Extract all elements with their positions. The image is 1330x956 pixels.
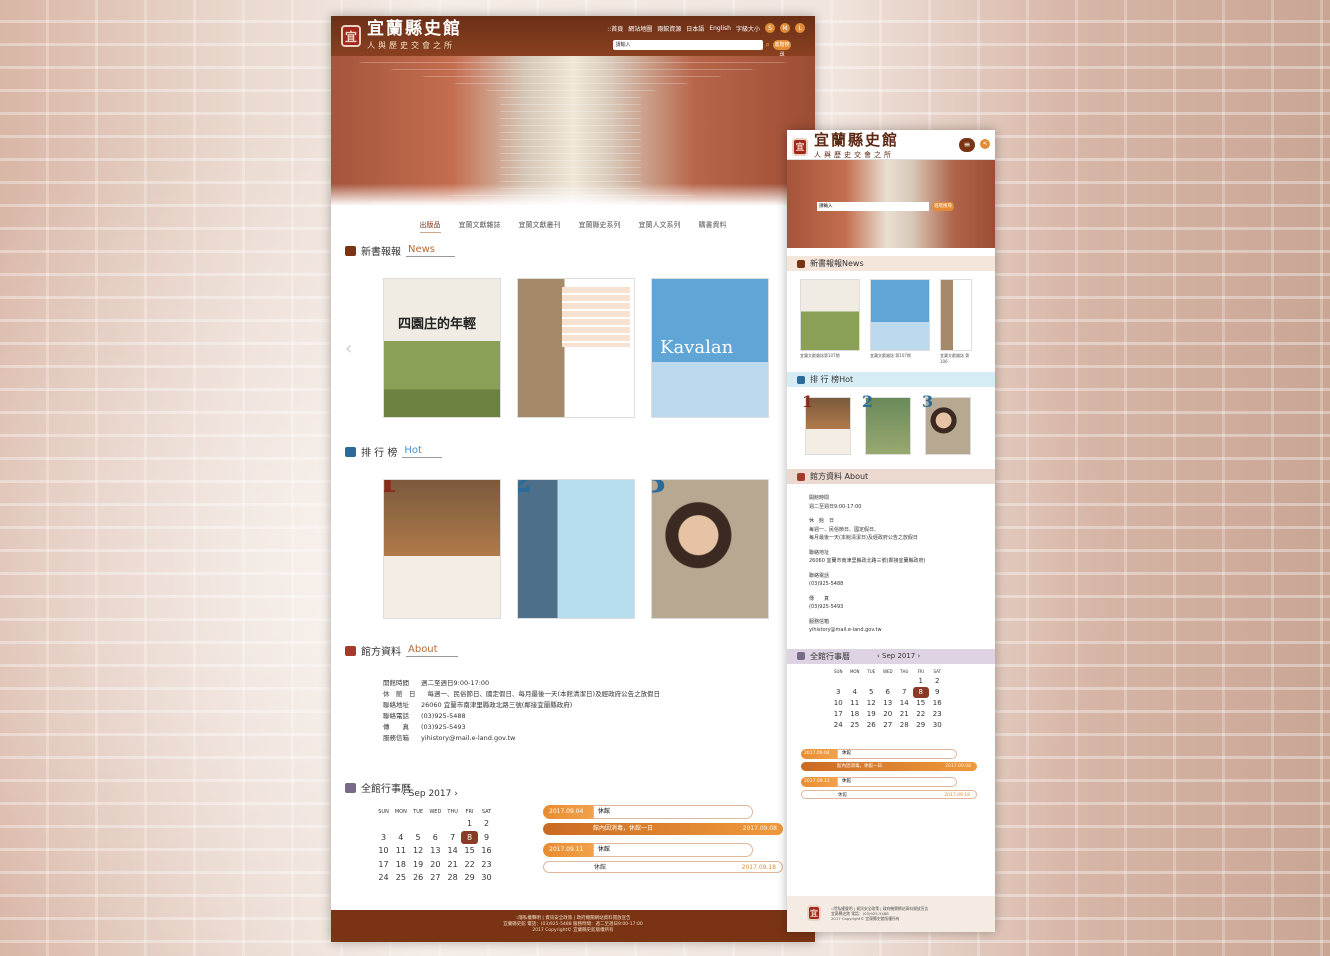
- nav-home[interactable]: ::首頁: [607, 24, 623, 33]
- font-medium-button[interactable]: M: [780, 23, 790, 33]
- nav-english[interactable]: English: [709, 25, 731, 32]
- tab-history[interactable]: 宜蘭縣史系列: [579, 220, 621, 233]
- calendar-icon: [797, 652, 805, 660]
- site-logo[interactable]: 宜 宜蘭縣史館 人與歷史交會之所: [792, 133, 899, 160]
- mobile-about-bar: 館方資料 About: [787, 469, 995, 484]
- mobile-mockup: 宜 宜蘭縣史館 人與歷史交會之所 ≡ < 請輸入 進階搜尋 新書報報News 宜…: [787, 130, 995, 932]
- tab-purchase[interactable]: 購書資料: [699, 220, 727, 233]
- event-item[interactable]: 2017.09.04 休館: [801, 748, 977, 759]
- event-bar[interactable]: 休館 2017.09.18: [801, 789, 977, 799]
- publication-tabs: 出版品 宜蘭文獻雜誌 宜蘭文獻叢刊 宜蘭縣史系列 宜蘭人文系列 購書資料: [331, 220, 815, 233]
- book-cover[interactable]: 3: [922, 392, 971, 455]
- book-cover[interactable]: 3: [651, 479, 769, 619]
- nav-sitemap[interactable]: 網站地圖: [628, 24, 652, 33]
- calendar: ‹ Sep 2017 › SUN MON TUE WED THU FRI SAT 12 34…: [345, 777, 495, 885]
- event-item[interactable]: 2017.09.11 休館: [543, 843, 783, 857]
- news-book-list: ‹ 四園庄的年輕 Kavalan: [345, 278, 815, 418]
- news-section-title: 新書報報 News: [345, 243, 815, 258]
- book-cover[interactable]: 1: [383, 479, 501, 619]
- desktop-footer: ::隱私權聲明 | 資訊安全政策 | 政府機關網站資料開放宣告 宜蘭縣史館 電話…: [331, 910, 815, 942]
- tab-series[interactable]: 宜蘭文獻叢刊: [519, 220, 561, 233]
- rank-number: 3: [652, 480, 666, 500]
- search-bar: 請輸入 ⌕ 進階搜尋: [612, 40, 791, 58]
- mobile-header: 宜 宜蘭縣史館 人與歷史交會之所 ≡ <: [787, 130, 995, 160]
- book-icon: [345, 446, 356, 457]
- tab-journal[interactable]: 宜蘭文獻雜誌: [459, 220, 501, 233]
- book-cover[interactable]: [800, 279, 860, 351]
- top-nav: ::首頁 網站地圖 兩館資源 日本語 English 字級大小 S M L: [607, 23, 805, 33]
- event-item[interactable]: 2017.09.11 休館: [801, 776, 977, 787]
- rank-number: 2: [518, 480, 532, 500]
- book-title: 四園庄的年輕: [398, 317, 477, 332]
- book-icon: [345, 245, 356, 256]
- about-section-title: 館方資料 About: [345, 643, 815, 658]
- advanced-search-button[interactable]: 進階搜尋: [932, 202, 954, 211]
- nav-resources[interactable]: 兩館資源: [657, 24, 681, 33]
- advanced-search-button[interactable]: 進階搜尋: [773, 40, 791, 58]
- book-cover[interactable]: [870, 279, 930, 351]
- book-cover[interactable]: Kavalan: [651, 278, 769, 418]
- search-input[interactable]: 請輸入: [817, 202, 929, 211]
- hot-book-list: 1 2 3: [383, 479, 815, 619]
- site-logo[interactable]: 宜 宜蘭縣史館 人與歷史交會之所: [341, 21, 462, 51]
- hero-banner: [331, 56, 815, 206]
- rank-number: 1: [384, 480, 398, 500]
- mobile-news-books: 宜蘭文獻雜誌第107期 宜蘭文獻雜誌 第107期 宜蘭文獻雜誌 第106: [800, 279, 995, 364]
- nav-font-size: 字級大小: [735, 25, 760, 33]
- book-cover[interactable]: [940, 279, 972, 351]
- book-cover[interactable]: 1: [802, 392, 851, 455]
- event-list: 2017.09.04 休館 館內因消毒，休館一日 2017.09.08 2017.0…: [543, 805, 783, 885]
- event-bar[interactable]: 館內因消毒，休館一日 2017.09.08: [801, 761, 977, 771]
- calendar-month: ‹ Sep 2017 ›: [402, 789, 458, 799]
- mobile-hot-bar: 排 行 榜Hot: [787, 372, 995, 387]
- nav-japanese[interactable]: 日本語: [686, 24, 704, 33]
- font-large-button[interactable]: L: [795, 23, 805, 33]
- share-icon[interactable]: <: [980, 139, 990, 149]
- search-icon[interactable]: ⌕: [766, 40, 770, 50]
- event-bar[interactable]: 館內因消毒，休館一日 2017.09.08: [543, 823, 783, 835]
- tab-humanities[interactable]: 宜蘭人文系列: [639, 220, 681, 233]
- logo-title: 宜蘭縣史館: [367, 19, 462, 39]
- book-cover[interactable]: 2: [862, 392, 911, 455]
- desktop-mockup: 宜 宜蘭縣史館 人與歷史交會之所 ::首頁 網站地圖 兩館資源 日本語 Engl…: [331, 16, 815, 942]
- mobile-about-info: 開館時間 週二至週日9:00-17:00 休 館 日 每週一、民俗節日、國定假日…: [809, 495, 926, 633]
- book-cover[interactable]: [517, 278, 635, 418]
- mobile-hero-banner: 請輸入 進階搜尋: [787, 160, 995, 248]
- mobile-hot-books: 1 2 3: [802, 392, 995, 455]
- desktop-header: 宜 宜蘭縣史館 人與歷史交會之所 ::首頁 網站地圖 兩館資源 日本語 Engl…: [331, 16, 815, 58]
- book-cover[interactable]: 2: [517, 479, 635, 619]
- home-icon: [797, 472, 805, 481]
- logo-seal: 宜: [341, 25, 361, 47]
- search-input[interactable]: 請輸入: [612, 40, 763, 50]
- hot-section-title: 排 行 榜 Hot: [345, 444, 815, 459]
- calendar-area: ‹ Sep 2017 › SUN MON TUE WED THU FRI SAT 12 34…: [345, 777, 815, 885]
- book-icon: [797, 375, 805, 384]
- mobile-event-list: 2017.09.04 休館 館內因消毒，休館一日 2017.09.08 2017.0…: [801, 748, 977, 799]
- event-item[interactable]: 2017.09.04 休館: [543, 805, 783, 819]
- book-title: Kavalan: [660, 337, 734, 358]
- font-small-button[interactable]: S: [765, 23, 775, 33]
- logo-subtitle: 人與歷史交會之所: [367, 41, 455, 50]
- event-bar[interactable]: 休館 2017.09.18: [543, 861, 783, 873]
- hamburger-menu-icon[interactable]: ≡: [959, 138, 975, 152]
- mobile-search-bar: 請輸入 進階搜尋: [817, 202, 954, 211]
- prev-arrow-icon[interactable]: ‹: [345, 338, 352, 359]
- about-info: 開館時間 週二至週日9:00-17:00 休 館 日每週一、民俗節日、國定假日、每…: [383, 679, 661, 742]
- book-cover[interactable]: 四園庄的年輕: [383, 278, 501, 418]
- mobile-calendar: SUN MON TUE WED THU FRI SAT 12 3456789 10 11 12 1…: [787, 668, 995, 731]
- book-icon: [797, 259, 805, 268]
- tab-publications[interactable]: 出版品: [419, 220, 441, 233]
- home-icon: [345, 645, 356, 656]
- calendar-grid[interactable]: SUN MON TUE WED THU FRI SAT 12 3456789 10 11 12 1…: [375, 807, 495, 885]
- mobile-footer: 宜 ::隱私權聲明 | 資訊安全政策 | 政府機關網站資料開放宣告 宜蘭縣史館 …: [787, 896, 995, 932]
- calendar-grid[interactable]: SUN MON TUE WED THU FRI SAT 12 3456789 10 11 12 1…: [830, 668, 946, 731]
- mobile-news-bar: 新書報報News: [787, 256, 995, 271]
- mobile-calendar-bar: 全館行事曆 ‹ Sep 2017 ›: [787, 648, 995, 664]
